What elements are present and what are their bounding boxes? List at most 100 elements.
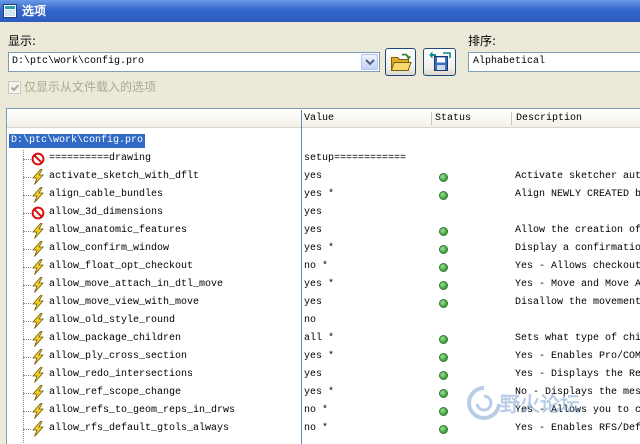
table-row[interactable]: allow_move_attach_in_dtl_move yes * Yes - … (7, 276, 640, 294)
option-description: Yes - Enables Pro/COM (515, 351, 640, 362)
tree-connector (23, 303, 31, 304)
lightning-icon (31, 295, 45, 311)
table-row[interactable]: allow_3d_dimensions yes (7, 204, 640, 222)
table-row[interactable]: allow_float_opt_checkout no * Yes - Allows… (7, 258, 640, 276)
option-description: Yes - Move and Move A (515, 279, 640, 290)
display-label: 显示: (8, 34, 37, 48)
sort-label: 排序: (468, 34, 497, 48)
table-row[interactable]: allow_redo_intersections yes Yes - Display… (7, 366, 640, 384)
option-name: allow_redo_intersections (49, 369, 194, 380)
option-value: yes (304, 225, 323, 236)
column-header-value[interactable]: Value (304, 110, 334, 127)
prohibited-icon (31, 151, 45, 167)
table-row[interactable]: allow_rfs_default_gtols_always no * Yes - … (7, 420, 640, 438)
status-ok-icon (439, 299, 448, 308)
window-title: 选项 (22, 4, 47, 18)
option-value: yes (304, 297, 323, 308)
sort-order-value: Alphabetical (473, 56, 546, 67)
save-file-button[interactable] (423, 48, 456, 76)
option-value: no (304, 315, 317, 326)
option-name: allow_confirm_window (49, 243, 170, 254)
table-row[interactable]: allow_anatomic_features yes Allow the crea… (7, 222, 640, 240)
option-name: allow_package_children (49, 333, 182, 344)
option-description: Yes - Allows checkout (515, 261, 640, 272)
lightning-icon (31, 223, 45, 239)
tree-connector (23, 195, 31, 196)
display-file-combobox[interactable]: D:\ptc\work\config.pro (8, 52, 380, 72)
table-row[interactable]: allow_move_view_with_move yes Disallow the… (7, 294, 640, 312)
option-name: allow_move_view_with_move (49, 297, 200, 308)
tree-connector (23, 249, 31, 250)
table-row[interactable]: align_cable_bundles yes * Align NEWLY CREA… (7, 186, 640, 204)
status-ok-icon (439, 335, 448, 344)
tree-connector (23, 285, 31, 286)
option-value: no * (304, 423, 329, 434)
tree-connector (23, 231, 31, 232)
lightning-icon (31, 403, 45, 419)
column-header-row: Value Status Description (7, 110, 640, 128)
option-value: no * (304, 261, 329, 272)
option-description: Display a confirmatio (515, 243, 640, 254)
window-icon (3, 4, 17, 18)
table-row[interactable]: ==========drawing setup============ (7, 150, 640, 168)
lightning-icon (31, 331, 45, 347)
table-row[interactable]: allow_confirm_window yes * Display a confi… (7, 240, 640, 258)
option-description: Allow the creation of (515, 225, 640, 236)
option-value: yes * (304, 387, 335, 398)
option-name: allow_old_style_round (49, 315, 176, 326)
open-file-button[interactable] (385, 48, 416, 76)
column-header-description[interactable]: Description (516, 110, 582, 127)
watermark-swirl-icon (466, 384, 502, 424)
sort-order-combobox[interactable]: Alphabetical (468, 52, 640, 72)
status-ok-icon (439, 245, 448, 254)
option-value: yes * (304, 279, 335, 290)
option-description: Sets what type of chi (515, 333, 640, 344)
column-divider[interactable] (431, 112, 432, 125)
lightning-icon (31, 367, 45, 383)
table-row[interactable]: allow_ply_cross_section yes * Yes - Enable… (7, 348, 640, 366)
option-description: Yes - Displays the Re (515, 369, 640, 380)
tree-connector (23, 357, 31, 358)
table-row[interactable]: allow_package_children all * Sets what typ… (7, 330, 640, 348)
title-bar[interactable]: 选项 (0, 0, 640, 22)
table-row[interactable]: allow_old_style_round no (7, 312, 640, 330)
display-dropdown-button[interactable] (361, 54, 378, 70)
column-divider[interactable] (511, 112, 512, 125)
option-name: allow_anatomic_features (49, 225, 188, 236)
option-name: align_cable_bundles (49, 189, 164, 200)
prohibited-icon (31, 205, 45, 221)
option-name: ==========drawing (49, 153, 152, 164)
option-value: yes * (304, 189, 335, 200)
option-name: allow_rfs_default_gtols_always (49, 423, 230, 434)
tree-root-item[interactable]: D:\ptc\work\config.pro (7, 132, 640, 150)
status-ok-icon (439, 227, 448, 236)
lightning-icon (31, 169, 45, 185)
lightning-icon (31, 385, 45, 401)
table-row[interactable]: activate_sketch_with_dflt yes Activate ske… (7, 168, 640, 186)
column-header-status[interactable]: Status (435, 110, 471, 127)
tree-root-label: D:\ptc\work\config.pro (9, 134, 146, 148)
tree-connector (23, 321, 31, 322)
lightning-icon (31, 241, 45, 257)
status-ok-icon (439, 353, 448, 362)
show-loaded-only-checkbox[interactable] (8, 81, 21, 94)
status-ok-icon (439, 281, 448, 290)
option-description: Disallow the movement (515, 297, 640, 308)
option-value: all * (304, 333, 335, 344)
option-name: allow_move_attach_in_dtl_move (49, 279, 224, 290)
tree-connector (23, 411, 31, 412)
status-ok-icon (439, 425, 448, 434)
column-header-name[interactable] (7, 110, 301, 127)
tree-connector (23, 159, 31, 160)
option-name: allow_ply_cross_section (49, 351, 188, 362)
option-name: allow_refs_to_geom_reps_in_drws (49, 405, 236, 416)
option-description: Activate sketcher aut (515, 171, 640, 182)
show-loaded-only-label: 仅显示从文件载入的选项 (24, 80, 157, 94)
status-ok-icon (439, 389, 448, 398)
checkmark-icon (10, 84, 20, 92)
lightning-icon (31, 421, 45, 437)
option-name: allow_ref_scope_change (49, 387, 182, 398)
chevron-down-icon (365, 59, 375, 66)
status-ok-icon (439, 191, 448, 200)
tree-connector (23, 393, 31, 394)
